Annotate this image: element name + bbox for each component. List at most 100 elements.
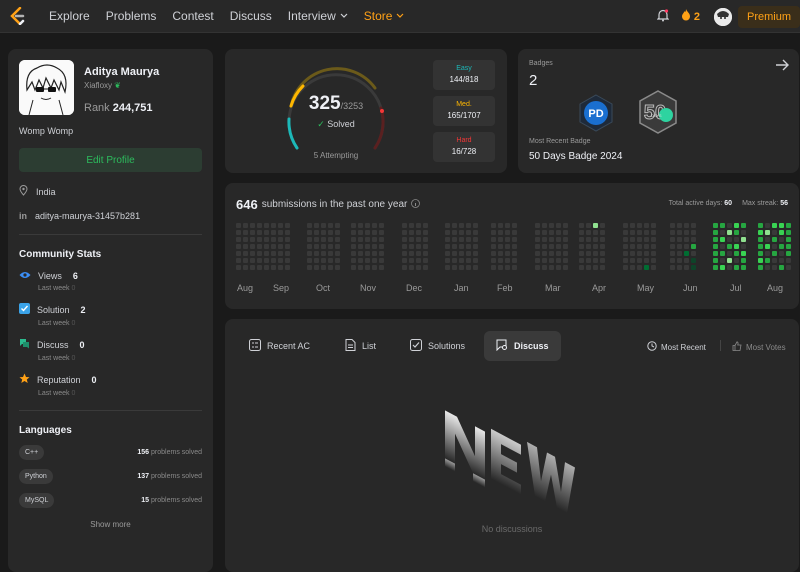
heatmap-cell[interactable]: [285, 265, 290, 270]
heatmap-cell[interactable]: [445, 265, 450, 270]
nav-explore[interactable]: Explore: [49, 9, 90, 23]
heatmap-cell[interactable]: [358, 244, 363, 249]
heatmap-cell[interactable]: [786, 258, 791, 263]
heatmap-cell[interactable]: [593, 244, 598, 249]
heatmap-cell[interactable]: [600, 223, 605, 228]
nav-discuss[interactable]: Discuss: [230, 9, 272, 23]
heatmap-cell[interactable]: [372, 230, 377, 235]
heatmap-cell[interactable]: [691, 237, 696, 242]
heatmap-cell[interactable]: [498, 230, 503, 235]
heatmap-cell[interactable]: [498, 265, 503, 270]
heatmap-cell[interactable]: [593, 258, 598, 263]
heatmap-cell[interactable]: [372, 223, 377, 228]
heatmap-cell[interactable]: [423, 265, 428, 270]
heatmap-cell[interactable]: [466, 244, 471, 249]
heatmap-cell[interactable]: [236, 251, 241, 256]
heatmap-cell[interactable]: [670, 230, 675, 235]
heatmap-cell[interactable]: [563, 223, 568, 228]
heatmap-cell[interactable]: [556, 230, 561, 235]
heatmap-cell[interactable]: [684, 223, 689, 228]
heatmap-cell[interactable]: [630, 244, 635, 249]
heatmap-cell[interactable]: [593, 251, 598, 256]
heatmap-cell[interactable]: [243, 244, 248, 249]
heatmap-cell[interactable]: [271, 251, 276, 256]
heatmap-cell[interactable]: [623, 251, 628, 256]
heatmap-cell[interactable]: [741, 223, 746, 228]
heatmap-cell[interactable]: [549, 237, 554, 242]
heatmap-cell[interactable]: [727, 223, 732, 228]
heatmap-cell[interactable]: [236, 244, 241, 249]
heatmap-cell[interactable]: [314, 251, 319, 256]
heatmap-cell[interactable]: [409, 237, 414, 242]
heatmap-cell[interactable]: [351, 223, 356, 228]
heatmap-cell[interactable]: [505, 251, 510, 256]
heatmap-cell[interactable]: [473, 265, 478, 270]
heatmap-cell[interactable]: [684, 237, 689, 242]
heatmap-cell[interactable]: [630, 223, 635, 228]
heatmap-cell[interactable]: [727, 230, 732, 235]
heatmap-cell[interactable]: [713, 251, 718, 256]
heatmap-cell[interactable]: [278, 237, 283, 242]
heatmap-cell[interactable]: [542, 237, 547, 242]
heatmap-cell[interactable]: [402, 258, 407, 263]
heatmap-cell[interactable]: [720, 265, 725, 270]
heatmap-cell[interactable]: [623, 244, 628, 249]
tab-discuss[interactable]: Discuss: [484, 331, 561, 361]
heatmap-cell[interactable]: [243, 223, 248, 228]
heatmap-cell[interactable]: [452, 244, 457, 249]
heatmap-cell[interactable]: [549, 251, 554, 256]
language-tag[interactable]: Python: [19, 469, 53, 484]
heatmap-cell[interactable]: [491, 244, 496, 249]
linkedin-text[interactable]: aditya-maurya-31457b281: [35, 211, 140, 221]
heatmap-cell[interactable]: [505, 237, 510, 242]
heatmap-cell[interactable]: [670, 258, 675, 263]
heatmap-cell[interactable]: [264, 251, 269, 256]
heatmap-cell[interactable]: [264, 223, 269, 228]
heatmap-cell[interactable]: [335, 223, 340, 228]
heatmap-cell[interactable]: [741, 230, 746, 235]
heatmap-cell[interactable]: [498, 237, 503, 242]
heatmap-cell[interactable]: [445, 258, 450, 263]
heatmap-cell[interactable]: [765, 230, 770, 235]
heatmap-cell[interactable]: [758, 265, 763, 270]
heatmap-cell[interactable]: [741, 237, 746, 242]
heatmap-cell[interactable]: [644, 223, 649, 228]
heatmap-cell[interactable]: [670, 251, 675, 256]
heatmap-cell[interactable]: [372, 251, 377, 256]
heatmap-cell[interactable]: [549, 244, 554, 249]
heatmap-cell[interactable]: [644, 244, 649, 249]
leetcode-logo-icon[interactable]: [8, 7, 26, 25]
heatmap-cell[interactable]: [423, 258, 428, 263]
heatmap-cell[interactable]: [459, 244, 464, 249]
heatmap-cell[interactable]: [307, 244, 312, 249]
heatmap-cell[interactable]: [758, 251, 763, 256]
heatmap-cell[interactable]: [459, 265, 464, 270]
heatmap-cell[interactable]: [264, 265, 269, 270]
heatmap-cell[interactable]: [409, 223, 414, 228]
show-more-button[interactable]: Show more: [19, 520, 202, 529]
heatmap-cell[interactable]: [779, 223, 784, 228]
heatmap-cell[interactable]: [257, 258, 262, 263]
heatmap-cell[interactable]: [772, 258, 777, 263]
heatmap-cell[interactable]: [644, 237, 649, 242]
heatmap-cell[interactable]: [473, 237, 478, 242]
heatmap-cell[interactable]: [445, 251, 450, 256]
heatmap-cell[interactable]: [351, 258, 356, 263]
heatmap-cell[interactable]: [586, 244, 591, 249]
heatmap-cell[interactable]: [328, 265, 333, 270]
heatmap-cell[interactable]: [579, 258, 584, 263]
heatmap-cell[interactable]: [579, 265, 584, 270]
heatmap-cell[interactable]: [579, 230, 584, 235]
heatmap-cell[interactable]: [285, 251, 290, 256]
heatmap-cell[interactable]: [498, 244, 503, 249]
heatmap-cell[interactable]: [250, 237, 255, 242]
heatmap-cell[interactable]: [772, 223, 777, 228]
heatmap-cell[interactable]: [786, 265, 791, 270]
heatmap-cell[interactable]: [758, 237, 763, 242]
avatar[interactable]: [713, 7, 732, 26]
heatmap-cell[interactable]: [466, 265, 471, 270]
heatmap-cell[interactable]: [535, 265, 540, 270]
heatmap-cell[interactable]: [563, 265, 568, 270]
heatmap-cell[interactable]: [278, 244, 283, 249]
edit-profile-button[interactable]: Edit Profile: [19, 148, 202, 172]
